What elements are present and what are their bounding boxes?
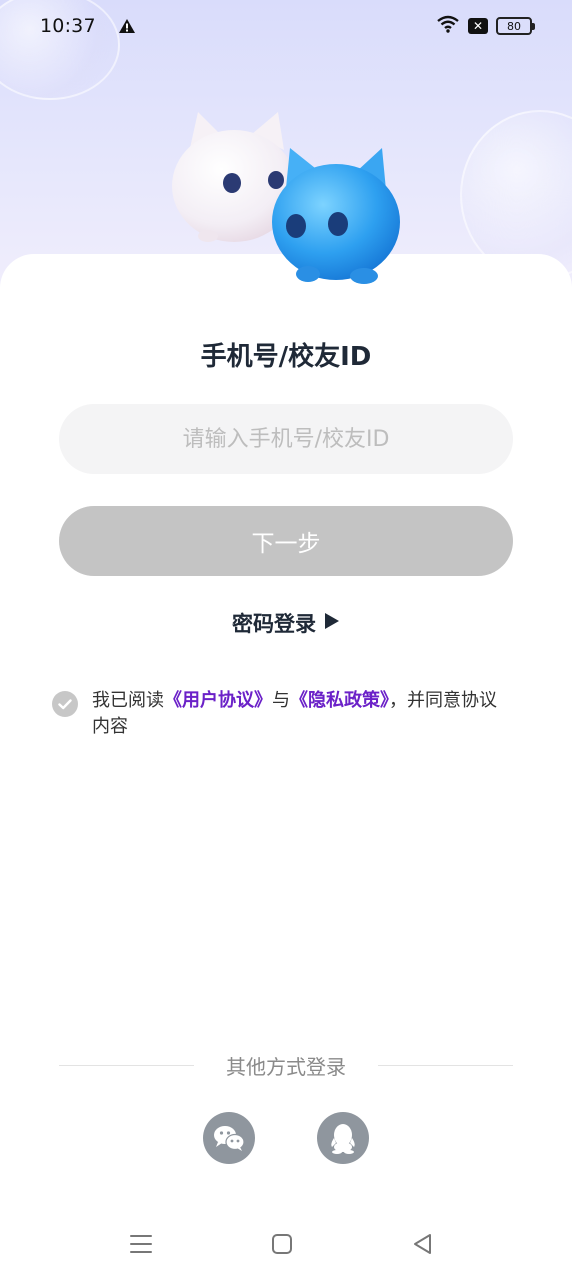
password-login-link[interactable]: 密码登录 <box>0 608 572 638</box>
divider-line <box>378 1064 513 1066</box>
next-step-button[interactable]: 下一步 <box>59 506 513 576</box>
wechat-login-button[interactable] <box>203 1112 255 1164</box>
privacy-policy-link[interactable]: 《隐私政策》 <box>290 690 389 711</box>
home-icon[interactable] <box>270 1232 294 1256</box>
status-icons: ✕ 80 <box>436 15 535 37</box>
phone-input[interactable] <box>59 404 513 474</box>
blue-cat-mascot-icon <box>272 148 400 284</box>
wifi-icon <box>436 15 460 37</box>
play-arrow-icon <box>324 611 340 635</box>
login-title: 手机号/校友ID <box>200 342 372 372</box>
wechat-icon <box>214 1126 245 1151</box>
qq-icon <box>331 1124 355 1154</box>
system-nav-bar <box>0 1220 572 1270</box>
battery-icon: 80 <box>496 17 535 35</box>
divider-line <box>59 1064 194 1066</box>
agreement-row: 我已阅读《用户协议》与《隐私政策》，并同意协议内容 <box>52 688 512 740</box>
agreement-conjunction: 与 <box>272 690 290 711</box>
qq-login-button[interactable] <box>317 1112 369 1164</box>
back-icon[interactable] <box>411 1232 435 1256</box>
battery-level: 80 <box>507 19 521 33</box>
warning-icon <box>118 18 136 34</box>
other-login-divider: 其他方式登录 <box>59 1050 513 1080</box>
status-time: 10:37 <box>40 15 96 37</box>
user-agreement-link[interactable]: 《用户协议》 <box>164 690 272 711</box>
agreement-checkbox[interactable] <box>52 691 78 717</box>
menu-icon[interactable] <box>129 1232 153 1256</box>
password-login-label: 密码登录 <box>232 612 316 636</box>
sim-blocked-icon: ✕ <box>468 18 488 34</box>
agreement-prefix: 我已阅读 <box>92 690 164 711</box>
agreement-text: 我已阅读《用户协议》与《隐私政策》，并同意协议内容 <box>92 688 512 740</box>
other-login-label: 其他方式登录 <box>226 1054 346 1079</box>
status-bar: 10:37 ✕ 80 <box>0 0 572 52</box>
